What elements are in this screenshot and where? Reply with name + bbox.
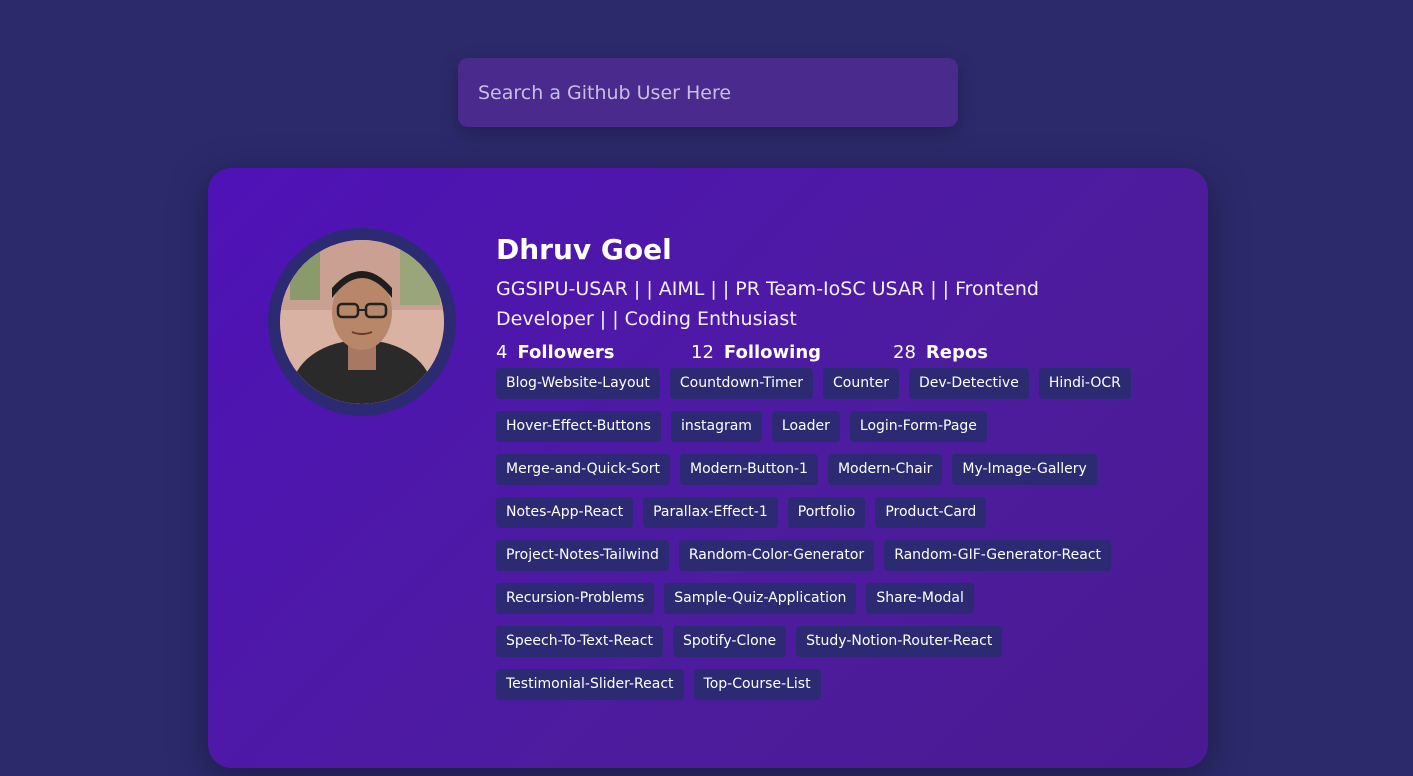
repos-count: 28	[893, 341, 916, 363]
repo-tag[interactable]: Random-Color-Generator	[678, 540, 875, 571]
repo-tag[interactable]: Product-Card	[875, 497, 987, 528]
repo-list: Blog-Website-Layout Countdown-Timer Counte…	[496, 368, 1156, 712]
repo-tag[interactable]: Project-Notes-Tailwind	[496, 540, 669, 571]
repo-tag[interactable]: Merge-and-Quick-Sort	[496, 454, 670, 485]
page: Dhruv Goel GGSIPU-USAR | | AIML | | PR T…	[0, 0, 1413, 776]
avatar-ring	[268, 228, 456, 416]
following-label: Following	[723, 341, 822, 363]
repos-label: Repos	[925, 341, 988, 363]
repo-tag[interactable]: Modern-Chair	[827, 454, 943, 485]
repo-tag[interactable]: Testimonial-Slider-React	[496, 669, 684, 700]
repo-tag[interactable]: Sample-Quiz-Application	[664, 583, 857, 614]
repo-tag[interactable]: Counter	[823, 368, 899, 399]
repo-tag[interactable]: Notes-App-React	[496, 497, 634, 528]
avatar-image	[280, 240, 444, 404]
repo-tag[interactable]: Study-Notion-Router-React	[796, 626, 1003, 657]
repo-tag[interactable]: Login-Form-Page	[849, 411, 987, 442]
followers-count: 4	[496, 341, 508, 363]
avatar	[280, 240, 444, 404]
repo-tag[interactable]: Countdown-Timer	[669, 368, 814, 399]
profile-info: Dhruv Goel GGSIPU-USAR | | AIML | | PR T…	[496, 230, 1176, 712]
profile-card: Dhruv Goel GGSIPU-USAR | | AIML | | PR T…	[208, 168, 1208, 768]
repo-tag[interactable]: instagram	[670, 411, 762, 442]
repo-tag[interactable]: Loader	[771, 411, 840, 442]
repo-tag[interactable]: Dev-Detective	[908, 368, 1029, 399]
followers-label: Followers	[517, 341, 615, 363]
repo-tag[interactable]: Top-Course-List	[693, 669, 821, 700]
profile-stats: 4 Followers 12 Following 28 Repos	[496, 338, 1176, 366]
repo-tag[interactable]: Speech-To-Text-React	[496, 626, 663, 657]
repo-tag[interactable]: Modern-Button-1	[680, 454, 818, 485]
repo-tag[interactable]: My-Image-Gallery	[952, 454, 1097, 485]
repo-tag[interactable]: Share-Modal	[866, 583, 974, 614]
stat-followers: 4 Followers	[496, 342, 691, 363]
repo-tag[interactable]: Portfolio	[787, 497, 866, 528]
repo-tag[interactable]: Hover-Effect-Buttons	[496, 411, 661, 442]
repo-tag[interactable]: Blog-Website-Layout	[496, 368, 660, 399]
profile-bio: GGSIPU-USAR | | AIML | | PR Team-IoSC US…	[496, 278, 1039, 330]
repo-tag[interactable]: Random-GIF-Generator-React	[884, 540, 1112, 571]
profile-name: Dhruv Goel	[496, 233, 672, 266]
following-count: 12	[691, 341, 714, 363]
repo-tag[interactable]: Parallax-Effect-1	[643, 497, 778, 528]
repo-tag[interactable]: Spotify-Clone	[672, 626, 787, 657]
repo-tag[interactable]: Hindi-OCR	[1038, 368, 1131, 399]
stat-repos: 28 Repos	[893, 342, 988, 363]
search-input[interactable]	[458, 58, 958, 127]
repo-tag[interactable]: Recursion-Problems	[496, 583, 655, 614]
stat-following: 12 Following	[691, 342, 893, 363]
